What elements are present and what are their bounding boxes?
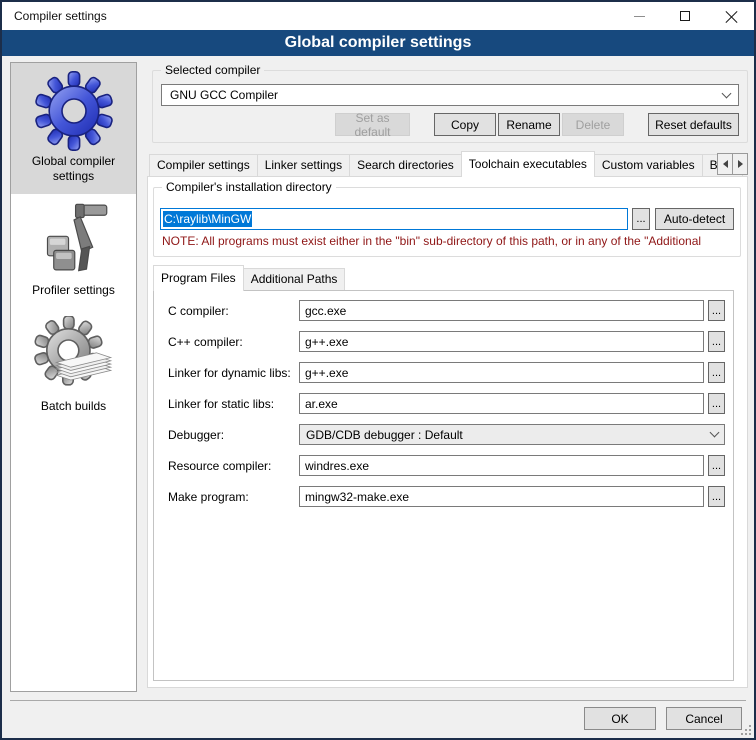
tab-toolchain-executables[interactable]: Toolchain executables [461, 151, 595, 177]
installation-directory-row: C:\raylib\MinGW ... Auto-detect [160, 208, 734, 230]
field-label: C++ compiler: [168, 335, 299, 349]
linker-dynamic-input[interactable] [299, 362, 704, 383]
resize-grip[interactable] [740, 724, 751, 735]
chevron-down-icon [722, 88, 732, 98]
titlebar: Compiler settings [2, 2, 754, 30]
footer-buttons: OK Cancel [584, 707, 742, 730]
dialog-body: Global compiler settings [2, 56, 754, 738]
maximize-icon [680, 11, 690, 21]
installation-directory-input[interactable]: C:\raylib\MinGW [160, 208, 628, 230]
browse-directory-button[interactable]: ... [632, 208, 650, 230]
resource-compiler-input[interactable] [299, 455, 704, 476]
field-label: C compiler: [168, 304, 299, 318]
installation-directory-group: Compiler's installation directory C:\ray… [153, 187, 741, 257]
field-row-linker-dynamic: Linker for dynamic libs: ... [168, 362, 725, 383]
field-row-resource-compiler: Resource compiler: ... [168, 455, 725, 476]
selected-compiler-combobox[interactable]: GNU GCC Compiler [161, 84, 739, 106]
arrow-right-icon [738, 160, 743, 168]
tab-custom-variables[interactable]: Custom variables [594, 154, 703, 176]
tab-program-files[interactable]: Program Files [153, 265, 244, 291]
c-compiler-input[interactable] [299, 300, 704, 321]
field-label: Linker for static libs: [168, 397, 299, 411]
settings-tabstrip: Compiler settings Linker settings Search… [147, 150, 748, 176]
cpp-compiler-input[interactable] [299, 331, 704, 352]
field-row-debugger: Debugger: GDB/CDB debugger : Default [168, 424, 725, 445]
tab-scroll-right-button[interactable] [732, 153, 748, 175]
rename-button[interactable]: Rename [498, 113, 560, 136]
tab-scroll-left-button[interactable] [717, 153, 733, 175]
arrow-left-icon [723, 160, 728, 168]
field-label: Debugger: [168, 428, 299, 442]
auto-detect-button[interactable]: Auto-detect [655, 208, 734, 230]
caliper-icon [13, 202, 134, 280]
debugger-combobox[interactable]: GDB/CDB debugger : Default [299, 424, 725, 445]
ok-button[interactable]: OK [584, 707, 656, 730]
group-label: Selected compiler [161, 63, 264, 77]
program-files-tabstrip: Program Files Additional Paths [153, 265, 747, 290]
cancel-button[interactable]: Cancel [666, 707, 742, 730]
compiler-settings-window: Compiler settings Global compiler settin… [0, 0, 756, 740]
set-as-default-button[interactable]: Set as default [335, 113, 410, 136]
program-files-page: C compiler: ... C++ compiler: ... Linker… [153, 290, 734, 681]
field-label: Linker for dynamic libs: [168, 366, 299, 380]
cpp-compiler-browse-button[interactable]: ... [708, 331, 725, 352]
make-program-input[interactable] [299, 486, 704, 507]
toolchain-executables-page: Compiler's installation directory C:\ray… [147, 176, 748, 688]
reset-defaults-button[interactable]: Reset defaults [648, 113, 739, 136]
field-label: Make program: [168, 490, 299, 504]
selected-compiler-value: GNU GCC Compiler [170, 88, 723, 102]
tab-compiler-settings[interactable]: Compiler settings [149, 154, 258, 176]
sidebar-item-label: Global compiler settings [13, 154, 134, 184]
field-row-make-program: Make program: ... [168, 486, 725, 507]
resource-compiler-browse-button[interactable]: ... [708, 455, 725, 476]
compiler-buttons-row: Set as default Copy Rename Delete Reset … [161, 113, 739, 136]
close-icon [725, 10, 738, 23]
tab-scroll-arrows [718, 153, 748, 175]
tab-additional-paths[interactable]: Additional Paths [243, 268, 346, 290]
minimize-button[interactable] [616, 2, 662, 30]
group-label: Compiler's installation directory [162, 180, 336, 194]
main-panel: Selected compiler GNU GCC Compiler Set a… [145, 56, 750, 688]
field-row-cpp-compiler: C++ compiler: ... [168, 331, 725, 352]
sidebar-item-label: Batch builds [13, 399, 134, 414]
linker-static-browse-button[interactable]: ... [708, 393, 725, 414]
copy-button[interactable]: Copy [434, 113, 496, 136]
delete-button[interactable]: Delete [562, 113, 624, 136]
tab-search-directories[interactable]: Search directories [349, 154, 462, 176]
sidebar-item-global-compiler-settings[interactable]: Global compiler settings [11, 63, 136, 194]
debugger-value: GDB/CDB debugger : Default [306, 428, 711, 442]
selected-compiler-group: Selected compiler GNU GCC Compiler Set a… [152, 70, 748, 143]
field-row-linker-static: Linker for static libs: ... [168, 393, 725, 414]
installation-note: NOTE: All programs must exist either in … [162, 234, 734, 248]
settings-category-list: Global compiler settings [10, 62, 137, 692]
chevron-down-icon [710, 428, 720, 438]
gray-gear-stack-icon [13, 316, 134, 396]
maximize-button[interactable] [662, 2, 708, 30]
field-label: Resource compiler: [168, 459, 299, 473]
close-button[interactable] [708, 2, 754, 30]
linker-dynamic-browse-button[interactable]: ... [708, 362, 725, 383]
c-compiler-browse-button[interactable]: ... [708, 300, 725, 321]
window-title: Compiler settings [2, 9, 616, 23]
sidebar-item-batch-builds[interactable]: Batch builds [11, 308, 136, 424]
installation-directory-value: C:\raylib\MinGW [163, 211, 252, 227]
blue-gear-icon [13, 71, 134, 151]
page-title: Global compiler settings [2, 30, 754, 56]
footer-divider [10, 700, 746, 701]
sidebar-item-label: Profiler settings [13, 283, 134, 298]
field-row-c-compiler: C compiler: ... [168, 300, 725, 321]
minimize-icon [634, 16, 645, 17]
make-program-browse-button[interactable]: ... [708, 486, 725, 507]
tab-linker-settings[interactable]: Linker settings [257, 154, 350, 176]
sidebar-item-profiler-settings[interactable]: Profiler settings [11, 194, 136, 308]
linker-static-input[interactable] [299, 393, 704, 414]
